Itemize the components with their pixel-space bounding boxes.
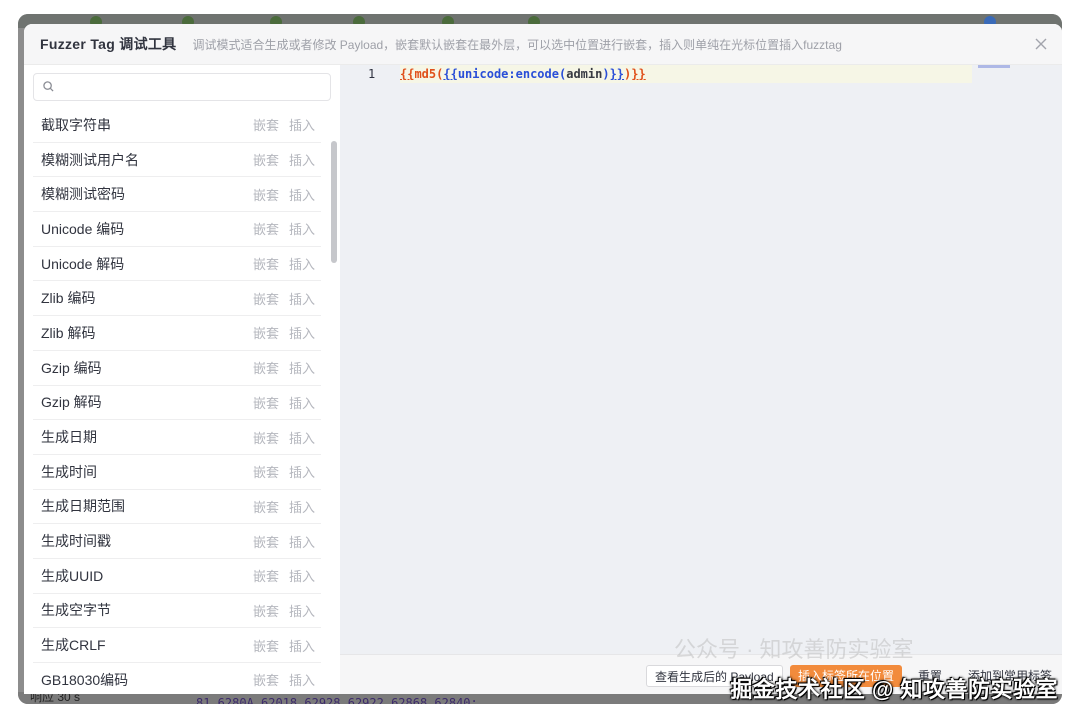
close-icon[interactable] xyxy=(1032,35,1050,53)
nest-button[interactable]: 嵌套 xyxy=(253,566,279,585)
tag-row[interactable]: Zlib 编码 嵌套 插入 xyxy=(33,281,321,317)
insert-button[interactable]: 插入 xyxy=(289,393,315,412)
nest-button[interactable]: 嵌套 xyxy=(253,532,279,551)
tag-name: 生成UUID xyxy=(41,567,104,584)
code-editor[interactable]: 1 {{md5({{unicode:encode(admin)}})}} xyxy=(340,65,1062,654)
insert-button[interactable]: 插入 xyxy=(289,150,315,169)
code-token: {{ xyxy=(443,67,458,81)
nest-button[interactable]: 嵌套 xyxy=(253,185,279,204)
tag-row[interactable]: 生成UUID 嵌套 插入 xyxy=(33,559,321,594)
tag-row[interactable]: Unicode 编码 嵌套 插入 xyxy=(33,212,321,247)
tag-name: GB18030编码 xyxy=(41,671,129,688)
tag-name: 生成时间戳 xyxy=(41,533,111,550)
search-icon xyxy=(43,81,54,92)
underlying-code-text: 81,6280A,62018,62928,62922,62868,62840; xyxy=(196,696,478,704)
nest-button[interactable]: 嵌套 xyxy=(253,358,279,377)
nest-button[interactable]: 嵌套 xyxy=(253,254,279,273)
minimap-indicator[interactable] xyxy=(978,65,1010,68)
code-token: unicode:encode xyxy=(457,67,559,81)
nest-button[interactable]: 嵌套 xyxy=(253,428,279,447)
tag-name: 模糊测试用户名 xyxy=(41,151,139,168)
tag-name: Zlib 解码 xyxy=(41,324,96,341)
search-box[interactable] xyxy=(33,73,331,101)
insert-button[interactable]: 插入 xyxy=(289,185,315,204)
insert-button[interactable]: 插入 xyxy=(289,636,315,655)
tag-row[interactable]: 模糊测试用户名 嵌套 插入 xyxy=(33,143,321,178)
tag-list: 截取字符串 嵌套 插入 模糊测试用户名 嵌套 插入 模糊测试密码 嵌套 插入 Unicode 编码… xyxy=(33,108,321,694)
nest-button[interactable]: 嵌套 xyxy=(253,115,279,134)
tag-row[interactable]: 生成空字节 嵌套 插入 xyxy=(33,594,321,629)
code-line[interactable]: {{md5({{unicode:encode(admin)}})}} xyxy=(400,65,646,83)
tag-row[interactable]: 生成CRLF 嵌套 插入 xyxy=(33,628,321,663)
insert-button[interactable]: 插入 xyxy=(289,497,315,516)
code-token: }} xyxy=(609,67,625,81)
tag-name: 模糊测试密码 xyxy=(41,186,125,203)
code-token: admin xyxy=(566,67,603,81)
tag-list-panel: 截取字符串 嵌套 插入 模糊测试用户名 嵌套 插入 模糊测试密码 嵌套 插入 Unicode 编码… xyxy=(24,65,340,694)
tag-name: 生成时间 xyxy=(41,463,97,480)
search-input[interactable] xyxy=(60,76,324,98)
modal-title: Fuzzer Tag 调试工具 xyxy=(40,36,177,52)
modal-subtitle: 调试模式适合生成或者修改 Payload，嵌套默认嵌套在最外层，可以选中位置进行… xyxy=(192,37,842,52)
insert-button[interactable]: 插入 xyxy=(289,254,315,273)
insert-button[interactable]: 插入 xyxy=(289,566,315,585)
nest-button[interactable]: 嵌套 xyxy=(253,393,279,412)
insert-button[interactable]: 插入 xyxy=(289,115,315,134)
watermark: 掘金技术社区 @ 知攻善防实验室 xyxy=(730,677,1058,702)
nest-button[interactable]: 嵌套 xyxy=(253,601,279,620)
tag-name: 生成日期范围 xyxy=(41,498,125,515)
tag-row[interactable]: 生成日期 嵌套 插入 xyxy=(33,420,321,455)
nest-button[interactable]: 嵌套 xyxy=(253,670,279,689)
tag-name: 截取字符串 xyxy=(41,116,111,133)
fuzzer-tag-debug-modal: Fuzzer Tag 调试工具 调试模式适合生成或者修改 Payload，嵌套默… xyxy=(24,24,1062,694)
tag-row[interactable]: 截取字符串 嵌套 插入 xyxy=(33,108,321,143)
nest-button[interactable]: 嵌套 xyxy=(253,289,279,308)
tag-row[interactable]: GB18030编码 嵌套 插入 xyxy=(33,663,321,694)
tag-name: Unicode 编码 xyxy=(41,220,125,237)
tag-row[interactable]: 模糊测试密码 嵌套 插入 xyxy=(33,177,321,213)
tag-row[interactable]: 生成时间戳 嵌套 插入 xyxy=(33,524,321,559)
insert-button[interactable]: 插入 xyxy=(289,219,315,238)
insert-button[interactable]: 插入 xyxy=(289,428,315,447)
tag-name: 生成日期 xyxy=(41,429,97,446)
modal-header: Fuzzer Tag 调试工具 调试模式适合生成或者修改 Payload，嵌套默… xyxy=(24,24,1062,65)
nest-button[interactable]: 嵌套 xyxy=(253,462,279,481)
insert-button[interactable]: 插入 xyxy=(289,358,315,377)
tag-name: Zlib 编码 xyxy=(41,290,96,307)
watermark-faint: 公众号 · 知攻善防实验室 xyxy=(674,637,914,662)
insert-button[interactable]: 插入 xyxy=(289,323,315,342)
line-number: 1 xyxy=(368,67,376,81)
insert-button[interactable]: 插入 xyxy=(289,532,315,551)
tag-name: Unicode 解码 xyxy=(41,255,125,272)
tag-row[interactable]: Unicode 解码 嵌套 插入 xyxy=(33,247,321,282)
tag-row[interactable]: 生成时间 嵌套 插入 xyxy=(33,455,321,490)
insert-button[interactable]: 插入 xyxy=(289,601,315,620)
insert-button[interactable]: 插入 xyxy=(289,462,315,481)
tag-row[interactable]: 生成日期范围 嵌套 插入 xyxy=(33,490,321,525)
insert-button[interactable]: 插入 xyxy=(289,289,315,308)
tag-list-scrollbar[interactable] xyxy=(331,141,337,263)
tag-row[interactable]: Gzip 编码 嵌套 插入 xyxy=(33,351,321,386)
nest-button[interactable]: 嵌套 xyxy=(253,323,279,342)
code-token: md5 xyxy=(414,67,437,81)
tag-name: Gzip 编码 xyxy=(41,359,102,376)
code-token: ) xyxy=(602,67,610,81)
nest-button[interactable]: 嵌套 xyxy=(253,497,279,516)
nest-button[interactable]: 嵌套 xyxy=(253,219,279,238)
tag-row[interactable]: Gzip 解码 嵌套 插入 xyxy=(33,386,321,421)
nest-button[interactable]: 嵌套 xyxy=(253,150,279,169)
tag-row[interactable]: Zlib 解码 嵌套 插入 xyxy=(33,316,321,351)
code-token: }} xyxy=(631,67,646,81)
tag-name: 生成CRLF xyxy=(41,637,106,654)
nest-button[interactable]: 嵌套 xyxy=(253,636,279,655)
code-token: {{ xyxy=(400,67,415,81)
tag-name: Gzip 解码 xyxy=(41,394,102,411)
tag-name: 生成空字节 xyxy=(41,602,111,619)
insert-button[interactable]: 插入 xyxy=(289,670,315,689)
